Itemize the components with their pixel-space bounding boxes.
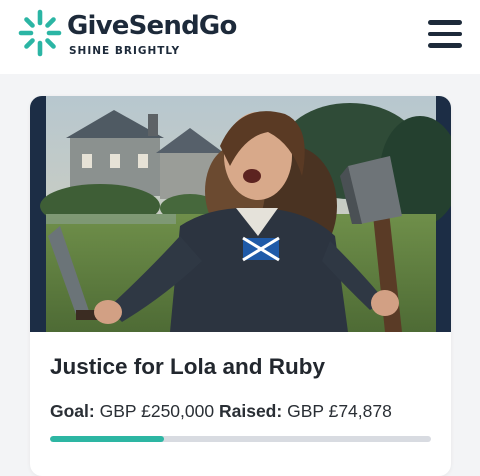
brand-tagline: SHINE BRIGHTLY (69, 45, 181, 57)
brand-name: GiveSendGo (67, 11, 237, 41)
raised-label: Raised: (218, 401, 283, 421)
hamburger-menu-button[interactable] (426, 17, 464, 51)
campaign-title[interactable]: Justice for Lola and Ruby (50, 354, 325, 380)
goal-value: GBP £250,000 (99, 401, 215, 421)
campaign-amounts: Goal: GBP £250,000 Raised: GBP £74,878 (50, 401, 392, 422)
goal-label: Goal: (50, 401, 95, 421)
fundraising-progress-bar (50, 436, 431, 442)
campaign-hero-image[interactable] (30, 96, 451, 332)
progress-fill (50, 436, 165, 442)
sparkle-logo-icon (18, 9, 62, 57)
givesendgo-logo[interactable]: GiveSendGo SHINE BRIGHTLY (18, 9, 248, 61)
campaign-card[interactable]: Justice for Lola and Ruby Goal: GBP £250… (30, 96, 451, 476)
hamburger-menu-icon (428, 20, 462, 25)
site-header: GiveSendGo SHINE BRIGHTLY (0, 0, 480, 74)
raised-value: GBP £74,878 (287, 401, 392, 421)
